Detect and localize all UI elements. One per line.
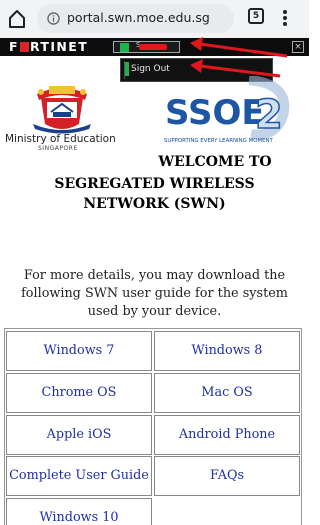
complete-user-guide-link[interactable]: Complete User Guide bbox=[6, 456, 152, 496]
apple-ios-guide-link[interactable]: Apple iOS bbox=[6, 415, 152, 455]
browser-toolbar: portal.swn.moe.edu.sg 5 bbox=[0, 0, 309, 38]
close-icon[interactable]: × bbox=[292, 41, 304, 53]
address-bar[interactable]: portal.swn.moe.edu.sg bbox=[37, 4, 234, 33]
fortinet-logo: F RTINET bbox=[9, 39, 89, 54]
moe-crest-logo bbox=[33, 86, 91, 134]
more-options-icon[interactable] bbox=[279, 6, 291, 30]
windows-10-guide-link[interactable]: Windows 10 bbox=[6, 498, 152, 525]
user-icon bbox=[120, 43, 129, 52]
ssoe2-logo: SSOE 2 bbox=[165, 76, 290, 140]
user-menu-button[interactable]: S bbox=[113, 41, 180, 53]
url-text: portal.swn.moe.edu.sg bbox=[67, 10, 210, 25]
welcome-heading: WELCOME TO bbox=[158, 154, 272, 170]
android-phone-guide-link[interactable]: Android Phone bbox=[154, 415, 300, 455]
moe-country: SINGAPORE bbox=[38, 145, 78, 152]
windows-8-guide-link[interactable]: Windows 8 bbox=[154, 331, 300, 371]
windows-7-guide-link[interactable]: Windows 7 bbox=[6, 331, 152, 371]
ssoe-tagline: SUPPORTING EVERY LEARNING MOMENT bbox=[164, 138, 273, 144]
svg-text:SSOE: SSOE bbox=[165, 93, 265, 133]
home-icon[interactable] bbox=[6, 8, 28, 30]
site-info-icon[interactable] bbox=[47, 12, 60, 25]
page-title: SEGREGATED WIRELESS NETWORK (SWN) bbox=[54, 176, 255, 212]
faqs-link[interactable]: FAQs bbox=[154, 456, 300, 496]
tab-switcher-button[interactable]: 5 bbox=[248, 8, 264, 24]
menu-marker bbox=[125, 62, 129, 76]
svg-text:2: 2 bbox=[255, 92, 283, 138]
moe-name: Ministry of Education bbox=[5, 133, 116, 145]
details-paragraph: For more details, you may download the f… bbox=[21, 268, 288, 319]
redacted-username: S bbox=[136, 41, 176, 51]
mac-os-guide-link[interactable]: Mac OS bbox=[154, 373, 300, 413]
chrome-os-guide-link[interactable]: Chrome OS bbox=[6, 373, 152, 413]
sign-out-menu-item[interactable]: Sign Out bbox=[131, 64, 170, 74]
